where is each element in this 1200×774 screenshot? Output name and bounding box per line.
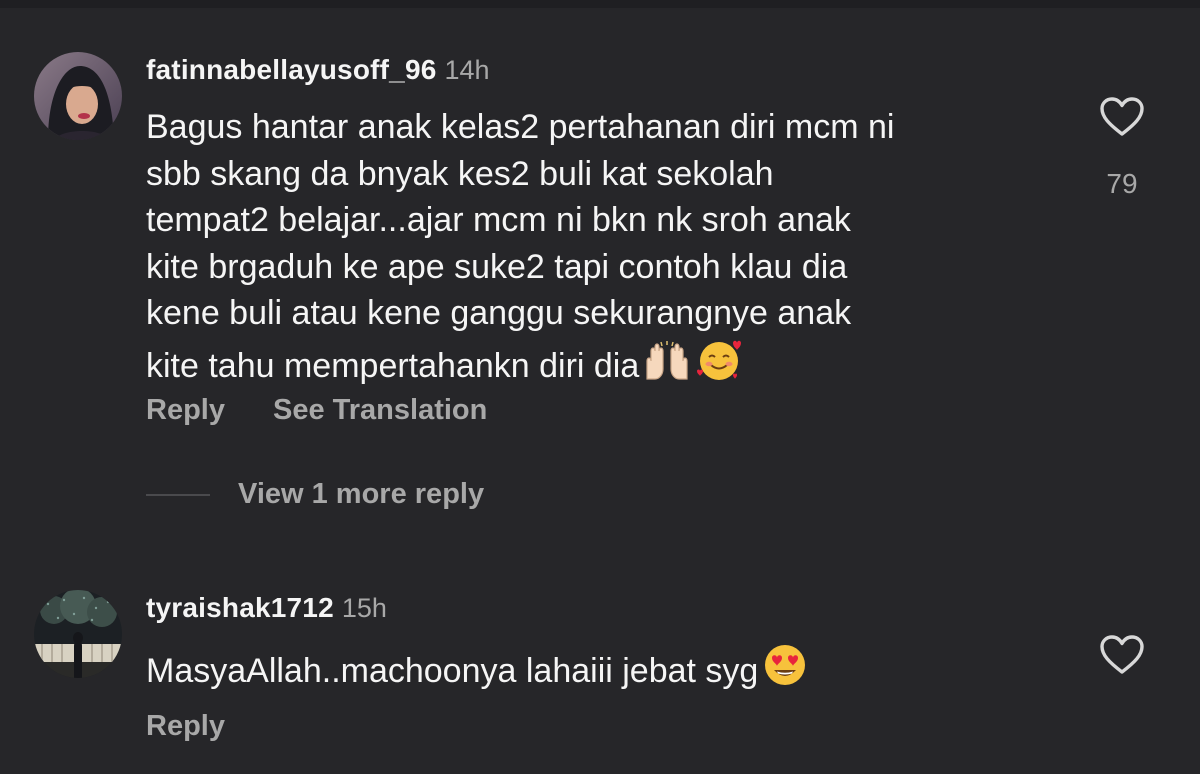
comment-text-content: MasyaAllah..machoonya lahaiii jebat syg [146,652,759,690]
comment-header: tyraishak1712 15h [146,592,387,624]
comment-text: Bagus hantar anak kelas2 pertahanan diri… [146,104,1076,395]
see-translation-button[interactable]: See Translation [273,394,487,426]
reply-button[interactable]: Reply [146,710,225,742]
timestamp: 14h [444,55,490,85]
view-replies[interactable]: View 1 more reply [146,478,484,522]
comment-actions: Reply [146,710,273,743]
raising-hands-emoji [643,339,691,396]
avatar-photo [34,52,122,140]
heart-icon [1100,97,1144,136]
like-button[interactable] [1098,634,1146,681]
avatar[interactable] [34,590,122,678]
like-button[interactable] [1098,96,1146,143]
avatar[interactable] [34,52,122,140]
view-replies-text[interactable]: View 1 more reply [238,478,484,510]
heart-icon [1100,635,1144,674]
username[interactable]: tyraishak1712 [146,592,334,623]
comment-actions: Reply See Translation [146,394,535,427]
like-count: 79 [1106,168,1138,199]
timestamp: 15h [341,593,387,623]
smiling-face-with-hearts-emoji [695,337,743,396]
username[interactable]: fatinnabellayusoff_96 [146,54,437,85]
reply-button[interactable]: Reply [146,394,225,426]
avatar-photo [34,590,122,678]
top-edge [0,0,1200,8]
reply-thread-line [146,493,210,496]
comment-text: MasyaAllah..machoonya lahaiii jebat syg [146,642,1076,701]
comment-header: fatinnabellayusoff_96 14h [146,54,490,86]
heart-eyes-emoji [762,642,808,701]
comment-text-content: Bagus hantar anak kelas2 pertahanan diri… [146,108,895,385]
